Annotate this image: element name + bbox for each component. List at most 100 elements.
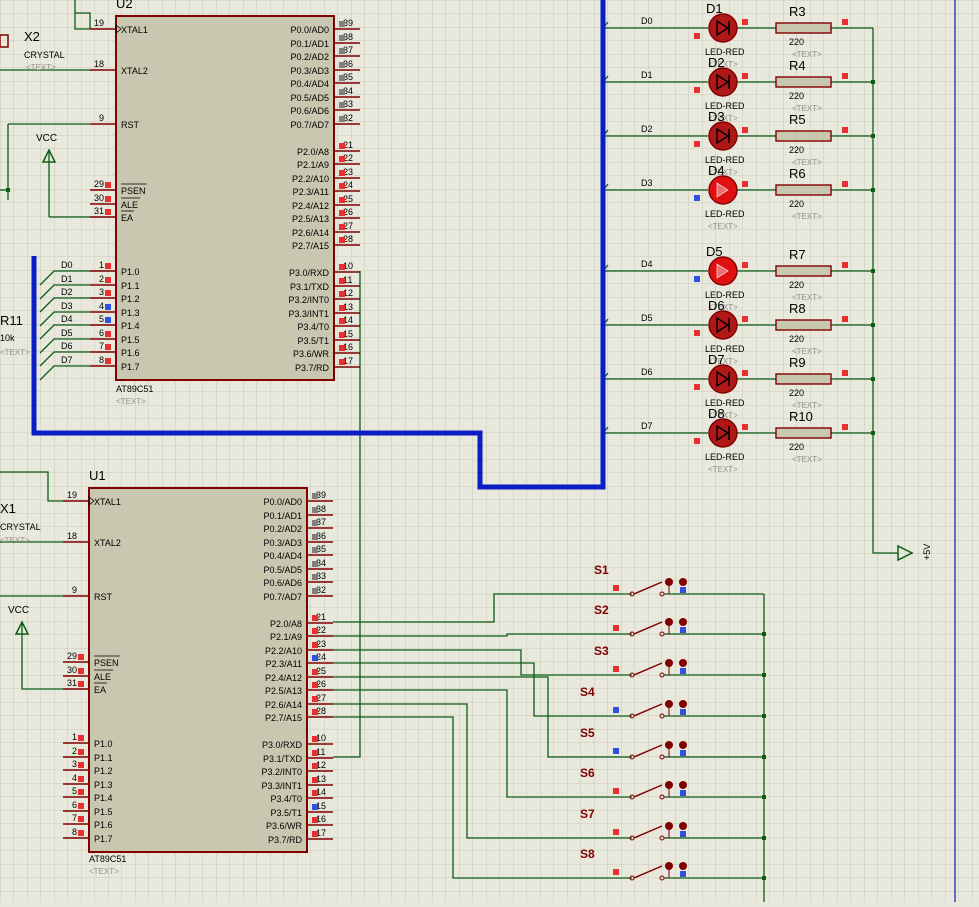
crystal-x2-text-tag: <TEXT>: [26, 63, 56, 72]
led-value: LED-RED: [705, 452, 745, 462]
pin-name: ALE: [121, 200, 138, 210]
pin-number: 2: [72, 746, 77, 756]
pin-name: P3.7/RD: [295, 363, 330, 373]
pin-name: P2.6/A14: [265, 700, 302, 710]
switch-knob: [679, 659, 687, 667]
net-label: D1: [641, 70, 653, 80]
pin-number: 5: [72, 786, 77, 796]
u2-part: AT89C51: [116, 384, 153, 394]
pin-marker: [339, 264, 345, 270]
pin-name: P0.6/AD6: [290, 106, 329, 116]
led-ref: D6: [708, 298, 725, 313]
pin-marker: [312, 763, 318, 769]
pin-marker: [339, 291, 345, 297]
pin-name: P2.0/A8: [270, 619, 302, 629]
pin-marker: [339, 48, 345, 54]
pin-number: 8: [72, 827, 77, 837]
resistor-r11-value: 10k: [0, 333, 15, 343]
pin-marker: [312, 736, 318, 742]
pin-number: 4: [72, 773, 77, 783]
resistor-body-3: [775, 184, 832, 196]
pin-number: 6: [72, 800, 77, 810]
led-body-0: [708, 13, 738, 43]
net-label: D7: [61, 355, 73, 365]
pin-marker: [339, 237, 345, 243]
pin-name: P1.4: [94, 793, 113, 803]
pin-marker: [339, 156, 345, 162]
switch-label-1: S2: [594, 603, 609, 617]
pin-number: 8: [99, 355, 104, 365]
led-body-7: [708, 418, 738, 448]
pin-number: 7: [72, 813, 77, 823]
pin-marker: [339, 210, 345, 216]
pin-marker: [694, 87, 700, 93]
pin-marker: [339, 116, 345, 122]
led-ref: D5: [706, 244, 723, 259]
u2-chip[interactable]: U2AT89C51<TEXT>19XTAL118XTAL29RST29PSEN3…: [90, 0, 360, 406]
pin-marker: [694, 276, 700, 282]
pin-name: RST: [94, 592, 113, 602]
pin-marker: [842, 181, 848, 187]
led-body-1: [708, 67, 738, 97]
pin-name: P3.6/WR: [293, 349, 330, 359]
switch-knob: [679, 578, 687, 586]
pin-marker: [680, 627, 686, 633]
switch-label-5: S6: [580, 766, 595, 780]
switch-label-0: S1: [594, 563, 609, 577]
pin-marker: [694, 141, 700, 147]
pin-name: ALE: [94, 672, 111, 682]
pin-number: 3: [99, 287, 104, 297]
pin-number: 31: [67, 678, 77, 688]
net-label: D4: [61, 314, 73, 324]
crystal-x1-text-tag: <TEXT>: [0, 536, 30, 545]
pin-number: 19: [94, 18, 104, 28]
net-label: D6: [641, 367, 653, 377]
pin-marker: [78, 789, 84, 795]
switch-label-2: S3: [594, 644, 609, 658]
pin-name: P2.0/A8: [297, 147, 329, 157]
resistor-ref: R4: [789, 58, 806, 73]
pin-name: P2.7/A15: [292, 241, 329, 251]
pin-name: P1.4: [121, 321, 140, 331]
resistor-body-0: [775, 22, 832, 34]
net-label: D1: [61, 274, 73, 284]
switch-knob: [679, 781, 687, 789]
crystal-x1-value: CRYSTAL: [0, 522, 41, 532]
pin-name: P3.6/WR: [266, 821, 303, 831]
switch-knob: [679, 741, 687, 749]
pin-name: PSEN: [94, 658, 119, 668]
pin-marker: [680, 831, 686, 837]
pin-marker: [78, 654, 84, 660]
pin-marker: [312, 628, 318, 634]
pin-marker: [339, 35, 345, 41]
resistor-r11-text-tag: <TEXT>: [0, 348, 30, 357]
pin-marker: [312, 493, 318, 499]
pin-marker: [78, 803, 84, 809]
pin-marker: [613, 707, 619, 713]
pin-name: P1.7: [94, 834, 113, 844]
pin-number: 2: [99, 274, 104, 284]
pin-name: P3.2/INT0: [261, 767, 302, 777]
pin-marker: [842, 127, 848, 133]
pin-name: P3.3/INT1: [261, 781, 302, 791]
pin-marker: [742, 316, 748, 322]
pin-marker: [339, 183, 345, 189]
schematic-canvas[interactable]: U2 AT89C51 <TEXT> 19 XTAL1 18 XTAL2 9 RST 29 PSEN 3…: [0, 0, 979, 902]
pin-number: 5: [99, 314, 104, 324]
pin-name: P1.5: [94, 807, 113, 817]
u1-chip[interactable]: U1AT89C51<TEXT>19XTAL118XTAL29RST29PSEN3…: [63, 468, 333, 876]
pin-name: P0.6/AD6: [263, 578, 302, 588]
pin-marker: [312, 817, 318, 823]
pin-marker: [339, 89, 345, 95]
pin-name: P1.2: [94, 766, 113, 776]
pin-name: P3.2/INT0: [288, 295, 329, 305]
pin-marker: [312, 534, 318, 540]
pin-marker: [105, 263, 111, 269]
pin-number: 29: [94, 179, 104, 189]
pin-name: P3.5/T1: [270, 808, 302, 818]
pin-number: 4: [99, 301, 104, 311]
pin-number: 30: [94, 193, 104, 203]
pin-marker: [78, 668, 84, 674]
pin-name: P2.2/A10: [265, 646, 302, 656]
u2-text-tag: <TEXT>: [116, 397, 146, 406]
